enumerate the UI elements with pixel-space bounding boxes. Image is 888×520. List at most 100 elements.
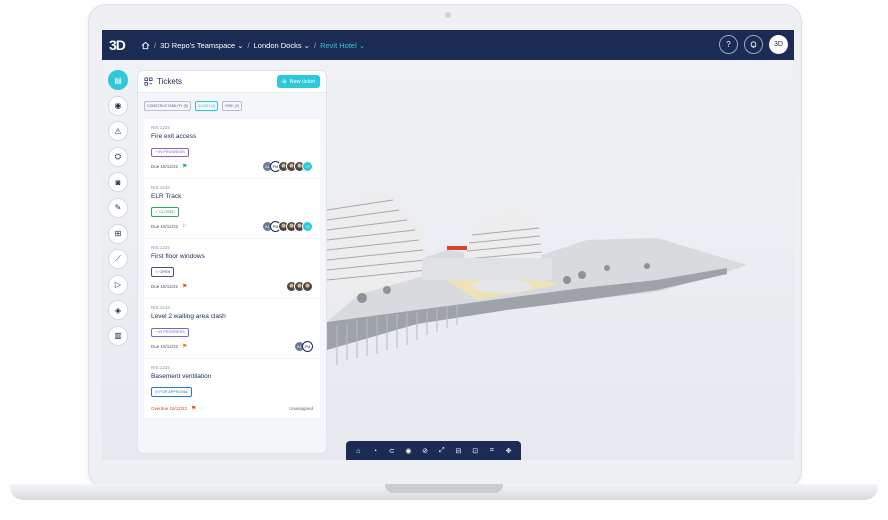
priority-flag-icon: ⚑ xyxy=(182,164,188,170)
show-all-icon[interactable]: ◉ xyxy=(403,447,414,455)
ticket-footer: Due 15/12/22 ⚑ AL PM +7 xyxy=(151,161,313,172)
due-date: Due 15/12/22 xyxy=(151,284,179,289)
camera-icon[interactable]: ◙ xyxy=(108,172,128,193)
ticket-footer: Due 15/12/22 ⚑ xyxy=(151,281,313,292)
pencil-icon[interactable]: ✎ xyxy=(108,197,128,218)
help-button[interactable]: ? xyxy=(719,35,738,54)
status-badge[interactable]: ◔ IN PROGRESS xyxy=(151,147,189,157)
ticket-card[interactable]: RIS:1234 Level 2 waiting area clash ◔ IN… xyxy=(144,299,320,358)
ticket-title: Fire exit access xyxy=(151,133,197,140)
ticket-filters: CONSTRUCTABILITY (5) CLASH (4) RISK (2) xyxy=(138,93,326,119)
tree-icon[interactable]: ⊞ xyxy=(108,223,128,244)
ticket-card[interactable]: RIS:1234 Basement ventilation ◷ FOR APPR… xyxy=(144,359,320,418)
filter-chip-risk[interactable]: RISK (2) xyxy=(222,101,243,111)
breadcrumb-separator: / xyxy=(247,40,250,50)
status-badge[interactable]: ◔ IN PROGRESS xyxy=(151,327,189,337)
avatar: PM xyxy=(302,341,313,352)
assignee-avatars[interactable]: AL PM +1 xyxy=(262,221,313,232)
status-badge[interactable]: ☆ OPEN xyxy=(151,266,175,277)
3d-model-viewport[interactable] xyxy=(327,60,794,460)
coordinates-icon[interactable]: ✥ xyxy=(503,447,514,455)
top-actions: ? 3D xyxy=(719,35,788,54)
ticket-title: Basement ventilation xyxy=(151,373,212,380)
due-date-overdue: Overdue 15/12/22 xyxy=(151,406,188,411)
priority-flag-icon: ⚐ xyxy=(182,224,188,230)
app-screen: 3D / 3D Repo's Teamspace ⌄ / London Dock… xyxy=(102,30,794,460)
new-ticket-label: New ticket xyxy=(289,78,315,85)
due-date: Due 15/12/22 xyxy=(151,224,179,229)
model-podium xyxy=(422,258,552,280)
left-icon-rail: ▤ ◉ ⚠ ⛭ ◙ ✎ ⊞ ⟋ ▷ ◈ ▥ xyxy=(108,70,130,352)
tickets-panel-header: Tickets ⊕ New ticket xyxy=(138,71,326,93)
book-icon[interactable]: ▥ xyxy=(108,325,128,346)
app-logo[interactable]: 3D xyxy=(109,37,129,53)
measure-icon[interactable]: ⟋ xyxy=(108,249,128,270)
ticket-card[interactable]: RIS:1234 Fire exit access ◔ IN PROGRESS … xyxy=(144,119,320,178)
pin-icon[interactable]: ◉ xyxy=(108,95,128,116)
sequences-play-icon[interactable]: ▷ xyxy=(108,274,128,295)
ticket-footer: Due 15/12/22 ⚑ AL PM xyxy=(151,341,313,352)
warning-icon[interactable]: ⚠ xyxy=(108,121,128,142)
assignee-avatars[interactable]: AL PM xyxy=(294,341,313,352)
ticket-id: RIS:1234 xyxy=(151,185,170,190)
user-avatar-button[interactable]: 3D xyxy=(769,35,788,54)
clip-box-icon[interactable]: ⊟ xyxy=(453,447,464,455)
breadcrumb-teamspace[interactable]: 3D Repo's Teamspace ⌄ xyxy=(160,41,243,50)
plus-circle-icon: ⊕ xyxy=(282,78,287,85)
assignee-avatars[interactable] xyxy=(286,281,313,292)
tickets-panel: Tickets ⊕ New ticket CONSTRUCTABILITY (5… xyxy=(137,70,327,454)
ticket-title: First floor windows xyxy=(151,253,205,260)
due-date: Due 15/12/22 xyxy=(151,164,179,169)
ticket-footer: Overdue 15/12/22 ⚑ Unassigned xyxy=(151,405,313,412)
breadcrumb-separator: / xyxy=(313,40,317,50)
priority-flag-icon: ⚑ xyxy=(182,284,188,290)
tickets-panel-title: Tickets xyxy=(157,77,183,86)
breadcrumb: / 3D Repo's Teamspace ⌄ / London Docks ⌄… xyxy=(141,41,365,50)
status-label: FOR APPROVAL xyxy=(159,390,189,394)
avatar xyxy=(302,281,313,292)
breadcrumb-separator: / xyxy=(154,40,157,50)
priority-flag-icon: ⚑ xyxy=(182,344,188,350)
model-roof-detail xyxy=(447,246,467,250)
ticket-id: RIS:1234 xyxy=(151,125,170,130)
avatar-overflow: +1 xyxy=(302,221,313,232)
groups-icon[interactable]: ⛭ xyxy=(108,146,128,167)
hide-icon[interactable]: ⊘ xyxy=(420,447,431,455)
navigation-mode-icon[interactable]: ⊂ xyxy=(386,447,397,455)
ticket-id: RIS:1234 xyxy=(151,245,170,250)
ticket-title: ELR Track xyxy=(151,193,182,200)
due-date: Due 15/12/22 xyxy=(151,344,179,349)
filter-chip-constructability[interactable]: CONSTRUCTABILITY (5) xyxy=(144,101,191,111)
status-badge[interactable]: ◷ FOR APPROVAL xyxy=(151,386,193,397)
layers-icon[interactable]: ◈ xyxy=(108,300,128,321)
ticket-id: RIS:1234 xyxy=(151,305,170,310)
focus-icon[interactable]: ⊡ xyxy=(470,447,481,455)
status-label: CLOSED xyxy=(159,210,175,214)
webcam xyxy=(445,12,451,18)
crop-icon[interactable]: ⌗ xyxy=(486,447,497,455)
isolate-icon[interactable]: ⤢ xyxy=(436,447,447,455)
laptop-notch xyxy=(385,484,503,493)
notifications-bell-icon[interactable] xyxy=(744,35,763,54)
status-label: IN PROGRESS xyxy=(158,330,185,334)
ticket-id: RIS:1234 xyxy=(151,365,170,370)
filter-chip-clash[interactable]: CLASH (4) xyxy=(195,101,219,111)
ticket-card[interactable]: RIS:1234 ELR Track ✓ CLOSED Due 15/12/22… xyxy=(144,179,320,238)
ticket-footer: Due 15/12/22 ⚐ AL PM +1 xyxy=(151,221,313,232)
assignee-avatars[interactable]: AL PM +7 xyxy=(262,161,313,172)
priority-flag-icon: ⚑ xyxy=(191,406,197,412)
new-ticket-button[interactable]: ⊕ New ticket xyxy=(277,75,320,88)
tickets-icon[interactable]: ▤ xyxy=(108,70,128,90)
home-view-icon[interactable]: ⌂ xyxy=(353,448,364,455)
projection-icon[interactable]: ◔ xyxy=(370,448,381,455)
breadcrumb-project[interactable]: London Docks ⌄ xyxy=(254,41,310,50)
laptop-frame: 3D / 3D Repo's Teamspace ⌄ / London Dock… xyxy=(0,0,888,520)
tickets-list-icon xyxy=(144,77,153,86)
status-badge[interactable]: ✓ CLOSED xyxy=(151,206,179,217)
assignee-unassigned[interactable]: Unassigned xyxy=(289,406,313,411)
status-label: IN PROGRESS xyxy=(158,150,185,154)
ticket-card[interactable]: RIS:1234 First floor windows ☆ OPEN Due … xyxy=(144,239,320,298)
breadcrumb-model[interactable]: Revit Hotel ⌄ xyxy=(320,41,365,50)
model-plaza-feature xyxy=(472,279,532,293)
home-icon[interactable] xyxy=(141,41,150,50)
